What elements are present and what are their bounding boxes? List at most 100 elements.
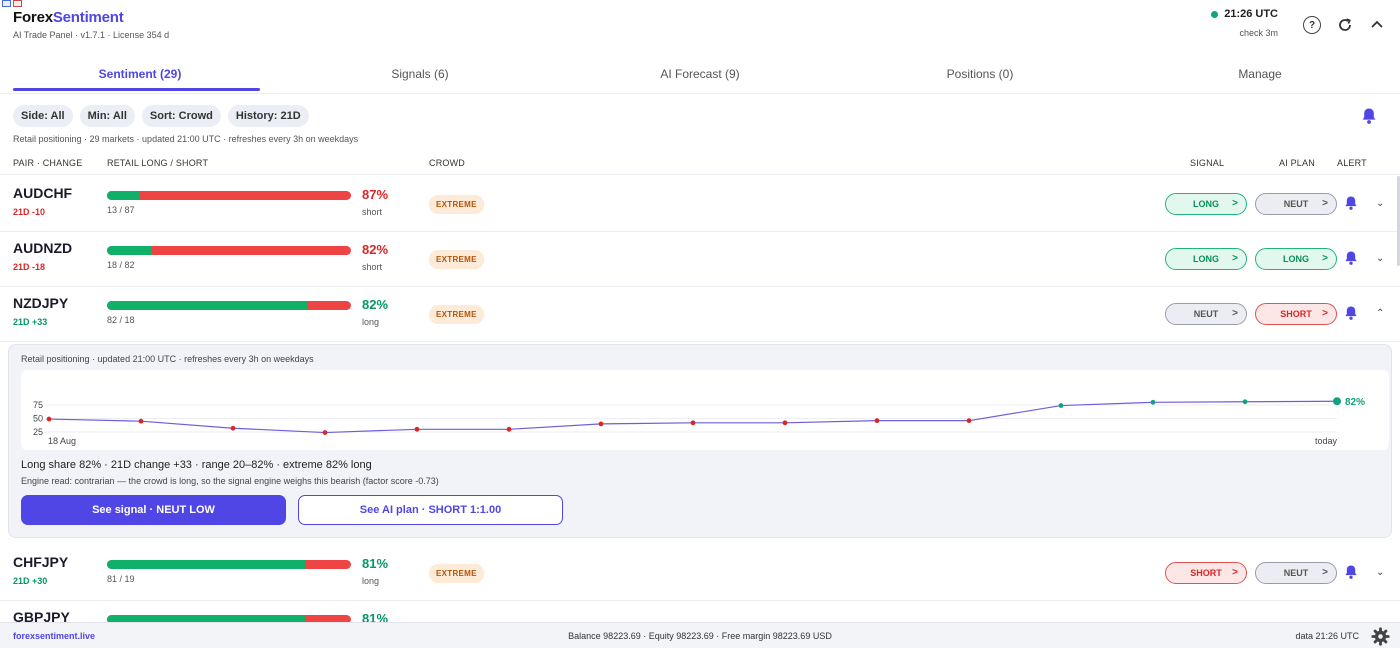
alert-bell-icon[interactable] xyxy=(1344,305,1358,321)
ai-plan-label: NEUT xyxy=(1283,568,1309,578)
tab-manage[interactable]: Manage xyxy=(1120,60,1400,93)
crowd-side: short xyxy=(362,262,383,272)
expand-toggle[interactable]: ⌄ xyxy=(1376,253,1384,264)
app-root: ForexSentiment AI Trade Panel · v1.7.1 ·… xyxy=(0,0,1400,648)
column-header: PAIR · CHANGE RETAIL LONG / SHORT CROWD … xyxy=(0,158,1400,175)
tab-positions[interactable]: Positions (0) xyxy=(840,60,1120,93)
data-timestamp: data 21:26 UTC xyxy=(1295,631,1359,641)
signal-button[interactable]: SHORT > xyxy=(1165,562,1247,584)
pair-row-audchf[interactable]: AUDCHF 21D -10 13 / 87 87% short EXTREME LONG >… xyxy=(0,176,1400,232)
col-crowd: CROWD xyxy=(429,158,465,168)
chevron-right-icon: > xyxy=(1232,198,1238,209)
check-interval: check 3m xyxy=(1239,28,1278,38)
brand-logo: ForexSentiment xyxy=(13,9,124,26)
collapse-button[interactable] xyxy=(1368,16,1386,34)
see-ai-plan-button[interactable]: See AI plan · SHORT 1:1.00 xyxy=(298,495,563,525)
footer: forexsentiment.live Balance 98223.69 · E… xyxy=(0,622,1400,648)
signal-label: NEUT xyxy=(1193,309,1219,319)
ai-plan-label: LONG xyxy=(1283,254,1309,264)
ai-plan-button[interactable]: LONG > xyxy=(1255,248,1337,270)
alert-bell-icon[interactable] xyxy=(1344,250,1358,266)
long-short-bar xyxy=(107,246,351,255)
crowd-badge: EXTREME xyxy=(429,250,484,269)
expand-toggle[interactable]: ⌄ xyxy=(1376,198,1384,209)
tab-bar: Sentiment (29) Signals (6) AI Forecast (… xyxy=(0,60,1400,94)
pair-name: AUDCHF xyxy=(13,185,73,201)
long-share-fill xyxy=(107,560,305,569)
last-value-label: 82% xyxy=(1345,397,1365,408)
pair-change: 21D -10 xyxy=(13,207,46,217)
filter-sort[interactable]: Sort: Crowd xyxy=(141,105,221,127)
pair-row-audnzd[interactable]: AUDNZD 21D -18 18 / 82 82% short EXTREME LONG >… xyxy=(0,231,1400,287)
signal-label: LONG xyxy=(1193,199,1219,209)
long-short-bar xyxy=(107,191,351,200)
tab-signals[interactable]: Signals (6) xyxy=(280,60,560,93)
see-signal-button[interactable]: See signal · NEUT LOW xyxy=(21,495,286,525)
filter-history[interactable]: History: 21D xyxy=(227,105,309,127)
data-point xyxy=(782,420,788,426)
brand-part2: Sentiment xyxy=(52,9,124,26)
chevron-right-icon: > xyxy=(1232,567,1238,578)
expanded-panel-nzdjpy: Retail positioning · updated 21:00 UTC ·… xyxy=(8,344,1392,538)
refresh-icon xyxy=(1339,18,1351,31)
chevron-right-icon: > xyxy=(1232,253,1238,264)
ai-plan-button[interactable]: NEUT > xyxy=(1255,562,1337,584)
data-point xyxy=(690,420,696,426)
signal-button[interactable]: LONG > xyxy=(1165,193,1247,215)
expand-toggle[interactable]: ⌃ xyxy=(1376,308,1384,319)
account-summary: Balance 98223.69 · Equity 98223.69 · Fre… xyxy=(568,631,832,641)
pair-name: CHFJPY xyxy=(13,554,69,570)
data-point xyxy=(414,426,420,432)
pair-row-chfjpy[interactable]: CHFJPY 21D +30 81 / 19 81% long EXTREME SHORT >… xyxy=(0,545,1400,601)
series-line xyxy=(48,400,1338,434)
tab-sentiment[interactable]: Sentiment (29) xyxy=(0,60,280,93)
x-tick-label: today xyxy=(1315,436,1338,446)
pair-row-nzdjpy[interactable]: NZDJPY 21D +33 82 / 18 82% long EXTREME NEUT > S… xyxy=(0,286,1400,342)
col-pair: PAIR · CHANGE xyxy=(13,158,83,168)
refresh-button[interactable] xyxy=(1336,16,1354,34)
data-point xyxy=(138,418,144,424)
signal-label: LONG xyxy=(1193,254,1219,264)
chevron-right-icon: > xyxy=(1322,198,1328,209)
alert-bell-icon[interactable] xyxy=(1344,195,1358,211)
chevron-up-icon xyxy=(1371,20,1383,28)
col-signal: SIGNAL xyxy=(1190,158,1225,168)
chevron-right-icon: > xyxy=(1322,253,1328,264)
brand-part1: Forex xyxy=(13,9,53,26)
signal-button[interactable]: LONG > xyxy=(1165,248,1247,270)
y-tick-label: 50 xyxy=(33,414,43,424)
filter-bar: Side: All Min: All Sort: Crowd History: … xyxy=(13,105,309,127)
ai-plan-button[interactable]: NEUT > xyxy=(1255,193,1337,215)
panel-info: Retail positioning · updated 21:00 UTC ·… xyxy=(21,354,314,364)
ai-plan-label: NEUT xyxy=(1283,199,1309,209)
long-short-ratio: 13 / 87 xyxy=(107,205,135,215)
crowd-percent: 82% xyxy=(362,297,389,312)
help-button[interactable]: ? xyxy=(1303,16,1321,34)
data-point xyxy=(46,416,52,422)
tab-ai-forecast[interactable]: AI Forecast (9) xyxy=(560,60,840,93)
crowd-percent: 81% xyxy=(362,556,389,571)
ai-plan-button[interactable]: SHORT > xyxy=(1255,303,1337,325)
alert-bell-icon[interactable] xyxy=(1344,564,1358,580)
clock: 21:26 UTC xyxy=(1211,8,1278,20)
live-dot-icon xyxy=(1211,10,1219,18)
col-alert: ALERT xyxy=(1337,158,1367,168)
long-short-ratio: 81 / 19 xyxy=(107,574,135,584)
signal-button[interactable]: NEUT > xyxy=(1165,303,1247,325)
long-share-fill xyxy=(107,246,151,255)
alerts-bell-icon[interactable] xyxy=(1361,107,1377,125)
long-short-bar xyxy=(107,301,351,310)
data-point xyxy=(874,418,880,424)
gear-icon[interactable] xyxy=(1371,627,1390,646)
long-share-fill xyxy=(107,191,139,200)
info-line: Retail positioning · 29 markets · update… xyxy=(13,134,359,144)
data-point xyxy=(1150,399,1156,405)
ai-plan-label: SHORT xyxy=(1280,309,1312,319)
crowd-side: long xyxy=(362,317,380,327)
expand-toggle[interactable]: ⌄ xyxy=(1376,567,1384,578)
filter-side[interactable]: Side: All xyxy=(13,105,73,127)
data-point xyxy=(1242,399,1248,405)
chart-svg: 75 50 25 82% 18 Aug today xyxy=(33,397,1365,446)
clock-text: 21:26 UTC xyxy=(1224,8,1278,20)
filter-min[interactable]: Min: All xyxy=(79,105,135,127)
